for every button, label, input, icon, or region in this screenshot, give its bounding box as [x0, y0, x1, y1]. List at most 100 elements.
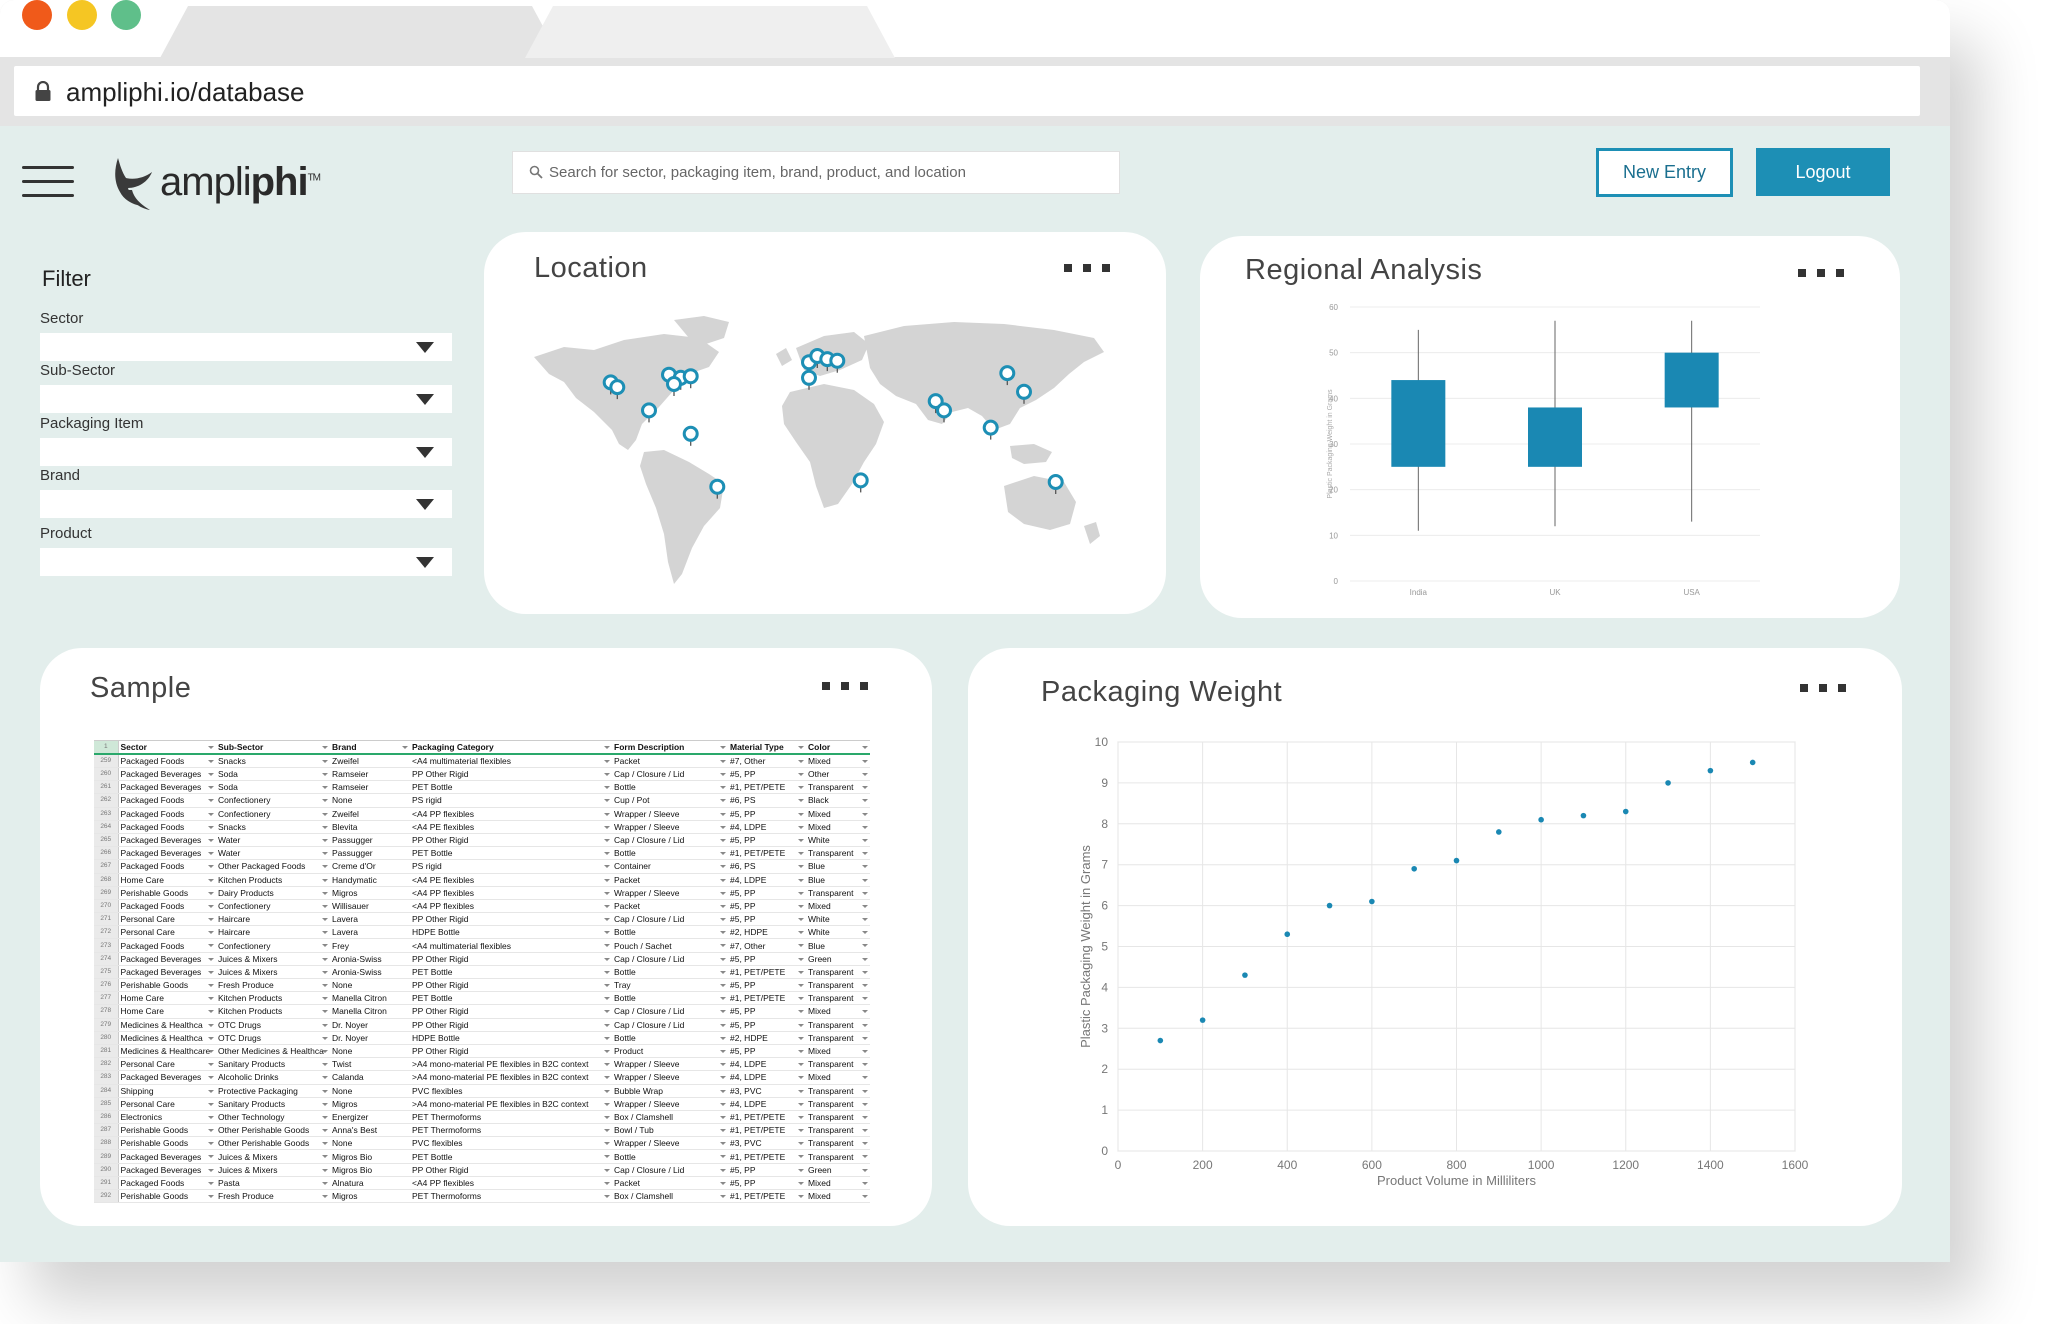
table-cell[interactable]: Mixed: [806, 899, 870, 914]
table-cell[interactable]: PP Other Rigid: [410, 767, 612, 782]
column-header[interactable]: Color: [806, 740, 870, 755]
table-cell[interactable]: #1, PET/PETE: [728, 1123, 806, 1138]
packaging-item-select[interactable]: [40, 438, 452, 466]
table-cell[interactable]: Packaged Beverages: [118, 1070, 216, 1085]
table-cell[interactable]: #5, PP: [728, 1044, 806, 1059]
table-cell[interactable]: Packaged Foods: [118, 899, 216, 914]
table-cell[interactable]: Blue: [806, 938, 870, 953]
table-cell[interactable]: Lavera: [330, 912, 410, 927]
sample-table[interactable]: 1 Sector Sub-Sector Brand Packaging Cate…: [94, 740, 870, 1204]
table-cell[interactable]: Protective Packaging: [216, 1084, 330, 1098]
table-cell[interactable]: >A4 mono-material PE flexibles in B2C co…: [410, 1057, 612, 1072]
table-cell[interactable]: PVC flexibles: [410, 1084, 612, 1098]
table-cell[interactable]: <A4 multimaterial flexibles: [410, 754, 612, 768]
table-cell[interactable]: Product: [612, 1044, 728, 1059]
table-cell[interactable]: #1, PET/PETE: [728, 1110, 806, 1125]
column-header[interactable]: Form Description: [612, 740, 728, 755]
table-cell[interactable]: >A4 mono-material PE flexibles in B2C co…: [410, 1070, 612, 1085]
table-cell[interactable]: PP Other Rigid: [410, 833, 612, 848]
table-cell[interactable]: #5, PP: [728, 1018, 806, 1032]
table-cell[interactable]: Dr. Noyer: [330, 1031, 410, 1045]
table-cell[interactable]: Migros Bio: [330, 1149, 410, 1164]
table-cell[interactable]: Bowl / Tub: [612, 1123, 728, 1138]
table-cell[interactable]: Packet: [612, 754, 728, 768]
table-cell[interactable]: #1, PET/PETE: [728, 1149, 806, 1164]
table-cell[interactable]: Calanda: [330, 1070, 410, 1085]
table-cell[interactable]: #6, PS: [728, 859, 806, 874]
table-cell[interactable]: Aronia-Swiss: [330, 965, 410, 980]
table-cell[interactable]: Medicines & Healthca: [118, 1031, 216, 1045]
table-cell[interactable]: PP Other Rigid: [410, 1163, 612, 1177]
table-row[interactable]: 272 Personal Care Haircare Lavera HDPE Bottl…: [94, 925, 870, 940]
table-cell[interactable]: Transparent: [806, 1123, 870, 1138]
table-cell[interactable]: Personal Care: [118, 1057, 216, 1072]
table-cell[interactable]: Transparent: [806, 1110, 870, 1125]
table-cell[interactable]: #5, PP: [728, 886, 806, 900]
data-point[interactable]: [1496, 829, 1502, 835]
table-cell[interactable]: Green: [806, 1163, 870, 1177]
table-cell[interactable]: Packaged Foods: [118, 1176, 216, 1191]
table-cell[interactable]: OTC Drugs: [216, 1031, 330, 1045]
table-cell[interactable]: <A4 PE flexibles: [410, 820, 612, 834]
table-cell[interactable]: Ramseier: [330, 767, 410, 782]
table-cell[interactable]: Aronia-Swiss: [330, 952, 410, 966]
table-cell[interactable]: PP Other Rigid: [410, 1044, 612, 1059]
table-cell[interactable]: None: [330, 1136, 410, 1151]
table-cell[interactable]: Electronics: [118, 1110, 216, 1125]
table-cell[interactable]: HDPE Bottle: [410, 1031, 612, 1045]
table-cell[interactable]: Alnatura: [330, 1176, 410, 1191]
table-cell[interactable]: Transparent: [806, 780, 870, 795]
table-cell[interactable]: Frey: [330, 938, 410, 953]
browser-tab-active[interactable]: [160, 6, 560, 58]
table-cell[interactable]: Migros: [330, 1189, 410, 1204]
table-row[interactable]: 269 Perishable Goods Dairy Products Migros <…: [94, 886, 870, 900]
menu-icon[interactable]: [22, 164, 74, 198]
table-cell[interactable]: PP Other Rigid: [410, 1004, 612, 1019]
table-cell[interactable]: Packaged Foods: [118, 938, 216, 953]
table-cell[interactable]: Tray: [612, 978, 728, 993]
table-cell[interactable]: PP Other Rigid: [410, 978, 612, 993]
table-cell[interactable]: Dr. Noyer: [330, 1018, 410, 1032]
table-cell[interactable]: #1, PET/PETE: [728, 1189, 806, 1204]
table-cell[interactable]: PET Bottle: [410, 1149, 612, 1164]
browser-tab-inactive[interactable]: [525, 6, 895, 58]
table-cell[interactable]: Manella Citron: [330, 1004, 410, 1019]
table-row[interactable]: 279 Medicines & Healthca OTC Drugs Dr. Noye…: [94, 1018, 870, 1032]
table-cell[interactable]: Alcoholic Drinks: [216, 1070, 330, 1085]
table-cell[interactable]: Soda: [216, 767, 330, 782]
box-usa[interactable]: [1664, 352, 1719, 408]
table-cell[interactable]: Blevita: [330, 820, 410, 834]
table-row[interactable]: 259 Packaged Foods Snacks Zweifel <A4 multim…: [94, 754, 870, 768]
table-cell[interactable]: #1, PET/PETE: [728, 780, 806, 795]
table-cell[interactable]: Mixed: [806, 807, 870, 821]
table-cell[interactable]: Medicines & Healthca: [118, 1018, 216, 1032]
sector-select[interactable]: [40, 333, 452, 361]
table-cell[interactable]: Packaged Beverages: [118, 952, 216, 966]
data-point[interactable]: [1242, 972, 1248, 978]
table-cell[interactable]: Transparent: [806, 978, 870, 993]
table-cell[interactable]: Bubble Wrap: [612, 1084, 728, 1098]
table-cell[interactable]: Cap / Closure / Lid: [612, 1004, 728, 1019]
table-row[interactable]: 289 Packaged Beverages Juices & Mixers Migr…: [94, 1149, 870, 1164]
table-cell[interactable]: Container: [612, 859, 728, 874]
table-cell[interactable]: Bottle: [612, 965, 728, 980]
table-row[interactable]: 267 Packaged Foods Other Packaged Foods Cre…: [94, 859, 870, 874]
table-cell[interactable]: Packaged Foods: [118, 793, 216, 808]
table-cell[interactable]: Home Care: [118, 1004, 216, 1019]
table-cell[interactable]: Home Care: [118, 991, 216, 1006]
column-header[interactable]: Packaging Category: [410, 740, 612, 755]
data-point[interactable]: [1749, 759, 1756, 766]
table-cell[interactable]: Juices & Mixers: [216, 965, 330, 980]
table-cell[interactable]: Bottle: [612, 991, 728, 1006]
table-cell[interactable]: Other: [806, 767, 870, 782]
table-row[interactable]: 290 Packaged Beverages Juices & Mixers Migr…: [94, 1163, 870, 1177]
table-cell[interactable]: Water: [216, 833, 330, 848]
table-cell[interactable]: Cap / Closure / Lid: [612, 952, 728, 966]
sub-sector-select[interactable]: [40, 385, 452, 413]
table-cell[interactable]: Other Packaged Foods: [216, 859, 330, 874]
table-cell[interactable]: Kitchen Products: [216, 873, 330, 887]
table-cell[interactable]: #3, PVC: [728, 1084, 806, 1098]
table-row[interactable]: 287 Perishable Goods Other Perishable Good…: [94, 1123, 870, 1138]
data-point[interactable]: [1665, 780, 1671, 786]
table-cell[interactable]: #2, HDPE: [728, 925, 806, 940]
